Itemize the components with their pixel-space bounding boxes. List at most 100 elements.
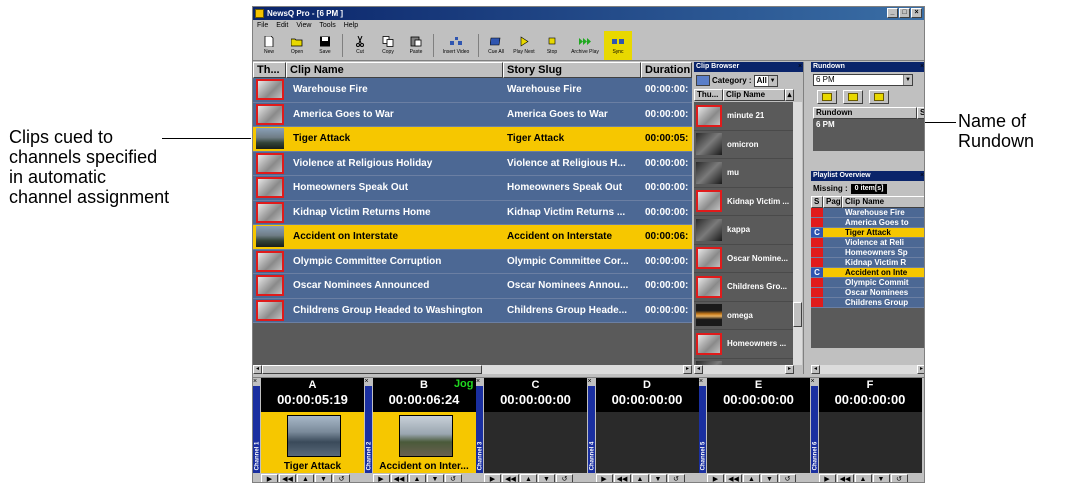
recue-icon[interactable]: ↺ [890,474,908,482]
next-icon[interactable]: ▼ [315,474,332,482]
playlist-row[interactable]: America Goes to [811,218,924,228]
browser-item[interactable]: Oscar Nomine... [694,245,794,273]
next-icon[interactable]: ▼ [872,474,890,482]
previous-icon[interactable]: ▲ [520,474,537,482]
playlist-row[interactable]: C Tiger Attack [811,228,924,238]
rewind-icon[interactable]: ◀◀ [390,474,408,482]
browser-item[interactable]: kappa [694,216,794,245]
playlist-row[interactable]: Childrens Group [811,298,924,308]
recue-icon[interactable]: ↺ [333,474,350,482]
browser-scroll-left-icon[interactable]: ◂ [694,365,703,374]
browser-col-thumb[interactable]: Thu... [694,89,723,101]
clip-row[interactable]: Violence at Religious Holiday Violence at… [253,151,692,176]
channel-monitor[interactable]: Tiger Attack [261,412,364,473]
recue-icon[interactable]: ↺ [667,474,685,482]
menu-help[interactable]: Help [344,20,358,31]
rundown-select[interactable]: 6 PM ▼ [813,74,913,86]
channel-close-icon[interactable]: × [253,378,257,385]
play-next-button[interactable]: Play Next [510,31,538,60]
copy-rundown-button[interactable] [843,90,863,104]
browser-item[interactable]: minute 21 [694,102,794,131]
menu-view[interactable]: View [296,20,311,31]
play-icon[interactable]: ▶ [707,474,724,482]
browser-item[interactable]: omicron [694,131,794,159]
open-button[interactable]: Open [283,31,311,60]
new-button[interactable]: New [255,31,283,60]
clip-row[interactable]: Oscar Nominees Announced Oscar Nominees A… [253,274,692,299]
archive-play-button[interactable]: Archive Play [566,31,604,60]
cue-all-button[interactable]: Cue All [482,31,510,60]
playlist-row[interactable]: Oscar Nominees [811,288,924,298]
browser-item[interactable]: omega [694,302,794,330]
rewind-icon[interactable]: ◀◀ [502,474,519,482]
maximize-button[interactable]: □ [899,8,910,18]
col-story-slug[interactable]: Story Slug [503,62,641,78]
menu-edit[interactable]: Edit [276,20,288,31]
paste-button[interactable]: Paste [402,31,430,60]
channel-monitor[interactable]: Accident on Inter... [372,412,476,473]
playlist-col-s[interactable]: S [811,196,823,208]
playlist-col-page[interactable]: Page [823,196,842,208]
menu-file[interactable]: File [257,20,268,31]
col-duration[interactable]: Duration [641,62,692,78]
refresh-rundown-button[interactable] [869,90,889,104]
previous-icon[interactable]: ▲ [854,474,872,482]
channel-monitor[interactable] [707,412,810,473]
channel-close-icon[interactable]: × [476,378,480,385]
stop-button[interactable]: Stop [538,31,566,60]
browser-horizontal-scrollbar[interactable]: ◂ ▸ [694,365,794,374]
playlist-row[interactable]: Violence at Reli [811,238,924,248]
next-icon[interactable]: ▼ [761,474,778,482]
menu-tools[interactable]: Tools [319,20,335,31]
playlist-horizontal-scrollbar[interactable]: ◂ ▸ [811,365,924,374]
channel-close-icon[interactable]: × [588,378,592,385]
scroll-up-icon[interactable]: ▴ [785,89,794,101]
browser-scroll-right-icon[interactable]: ▸ [785,365,794,374]
next-icon[interactable]: ▼ [426,474,444,482]
play-icon[interactable]: ▶ [595,474,613,482]
category-select[interactable]: All ▼ [753,74,778,87]
browser-col-name[interactable]: Clip Name [723,89,785,101]
channel-close-icon[interactable]: × [365,378,369,385]
rewind-icon[interactable]: ◀◀ [836,474,854,482]
channel-monitor[interactable] [818,412,922,473]
insert-video-button[interactable]: Insert Video [437,31,475,60]
previous-icon[interactable]: ▲ [408,474,426,482]
playlist-close-icon[interactable]: × [920,172,924,179]
clip-row[interactable]: Warehouse Fire Warehouse Fire 00:00:00: [253,78,692,103]
playlist-col-clip-name[interactable]: Clip Name [842,196,924,208]
rewind-icon[interactable]: ◀◀ [725,474,742,482]
channel-close-icon[interactable]: × [811,378,815,385]
rewind-icon[interactable]: ◀◀ [613,474,631,482]
rundown-col-name[interactable]: Rundown [813,107,917,119]
playlist-scroll-left-icon[interactable]: ◂ [811,365,820,374]
play-icon[interactable]: ▶ [372,474,390,482]
clip-row[interactable]: Childrens Group Headed to Washington Chil… [253,298,692,323]
save-button[interactable]: Save [311,31,339,60]
channel-monitor[interactable] [484,412,587,473]
minimize-button[interactable]: _ [887,8,898,18]
clip-row[interactable]: Olympic Committee Corruption Olympic Comm… [253,249,692,274]
playlist-row[interactable]: Olympic Commit [811,278,924,288]
browser-item[interactable]: Childrens Gro... [694,273,794,302]
clip-row[interactable]: Homeowners Speak Out Homeowners Speak Out… [253,176,692,201]
close-button[interactable]: × [911,8,922,18]
recue-icon[interactable]: ↺ [444,474,462,482]
next-icon[interactable]: ▼ [538,474,555,482]
cut-button[interactable]: Cut [346,31,374,60]
grid-horizontal-scrollbar[interactable]: ◂ ▸ [253,365,692,374]
channel-monitor[interactable] [595,412,699,473]
scroll-thumb[interactable] [262,365,482,374]
clip-row[interactable]: America Goes to War America Goes to War 00… [253,102,692,127]
clip-row[interactable]: Tiger Attack Tiger Attack 00:00:05: [253,127,692,152]
browser-vertical-scrollbar[interactable] [793,102,802,365]
recue-icon[interactable]: ↺ [779,474,796,482]
previous-icon[interactable]: ▲ [743,474,760,482]
playlist-row[interactable]: C Accident on Inte [811,268,924,278]
copy-button[interactable]: Copy [374,31,402,60]
scroll-right-icon[interactable]: ▸ [683,365,692,374]
sync-button[interactable]: Sync [604,31,632,60]
browser-item[interactable]: Homeowners ... [694,330,794,359]
scroll-left-icon[interactable]: ◂ [253,365,262,374]
channel-close-icon[interactable]: × [699,378,703,385]
